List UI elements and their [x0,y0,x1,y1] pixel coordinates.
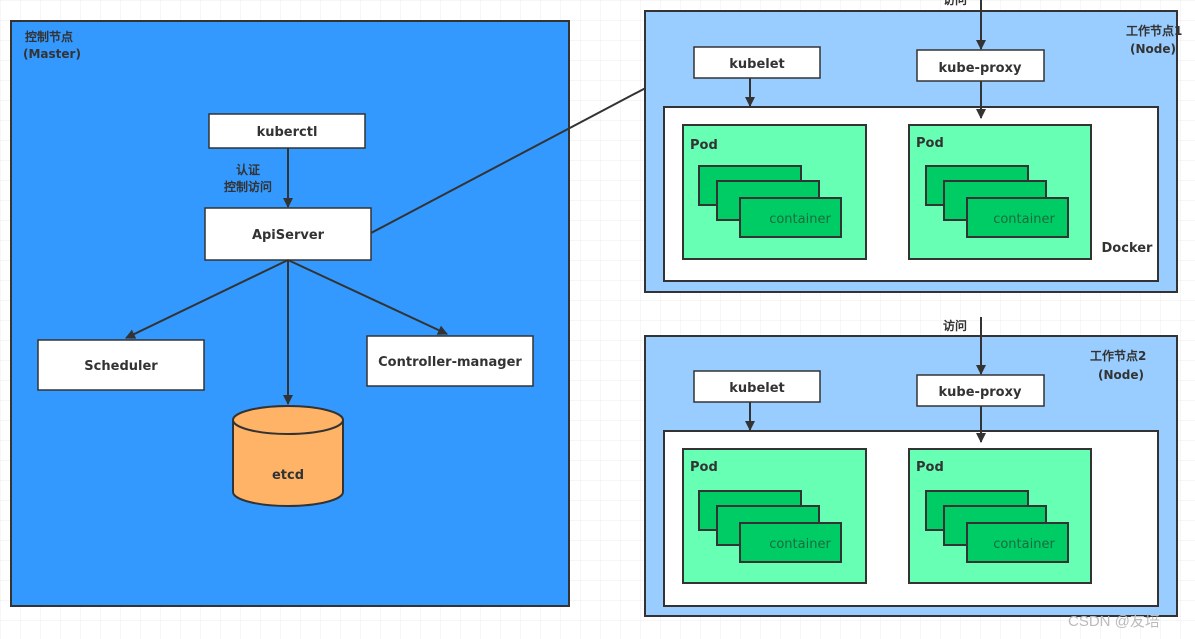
kube-proxy-label: kube-proxy [939,61,1022,76]
node-title: 工作节点1 [1126,23,1182,38]
apiserver-box: ApiServer [204,207,372,261]
controller-manager-box: Controller-manager [366,335,534,387]
pod-label: Pod [916,460,944,475]
auth-label: 认证 [236,162,260,177]
node-subtitle: (Node) [1098,368,1144,382]
kubelet-label: kubelet [729,381,785,396]
scheduler-box: Scheduler [37,339,205,391]
pod: Pod container [682,448,867,584]
access-label: 访问 [943,0,967,7]
master-title: 控制节点 [25,29,73,44]
pod-label: Pod [916,136,944,151]
kubelet-label: kubelet [729,57,785,72]
container-label: container [769,212,831,227]
pod-label: Pod [690,460,718,475]
worker-node-1: 访问 工作节点1 (Node) kubelet kube-proxy Docke… [644,0,1182,293]
etcd-cylinder: etcd [232,405,344,507]
etcd-label: etcd [272,468,304,483]
kube-proxy-label: kube-proxy [939,385,1022,400]
kubectl-box: kuberctl [208,113,366,149]
pod: Pod container [908,124,1092,260]
container-label: container [769,537,831,552]
node-subtitle: (Node) [1130,42,1176,56]
worker-node-2: 访问 工作节点2 (Node) kubelet kube-proxy Pod c… [644,317,1178,617]
container-label: container [993,212,1055,227]
watermark: CSDN @友培 [1068,613,1160,630]
master-subtitle: (Master) [23,47,81,61]
apiserver-label: ApiServer [252,228,325,243]
docker-label: Docker [1102,241,1154,256]
access-label: 访问 [943,318,967,333]
master-node: 控制节点 (Master) kuberctl 认证 控制访问 ApiServer… [10,20,570,607]
access-control-label: 控制访问 [224,179,272,194]
container-label: container [993,537,1055,552]
kubectl-label: kuberctl [257,125,318,140]
pod-label: Pod [690,138,718,153]
node-title: 工作节点2 [1090,348,1146,363]
controller-manager-label: Controller-manager [378,355,522,370]
scheduler-label: Scheduler [84,359,158,374]
kubernetes-architecture-diagram: 控制节点 (Master) kuberctl 认证 控制访问 ApiServer… [0,0,1195,639]
pod: Pod container [682,124,867,260]
pod: Pod container [908,448,1092,584]
